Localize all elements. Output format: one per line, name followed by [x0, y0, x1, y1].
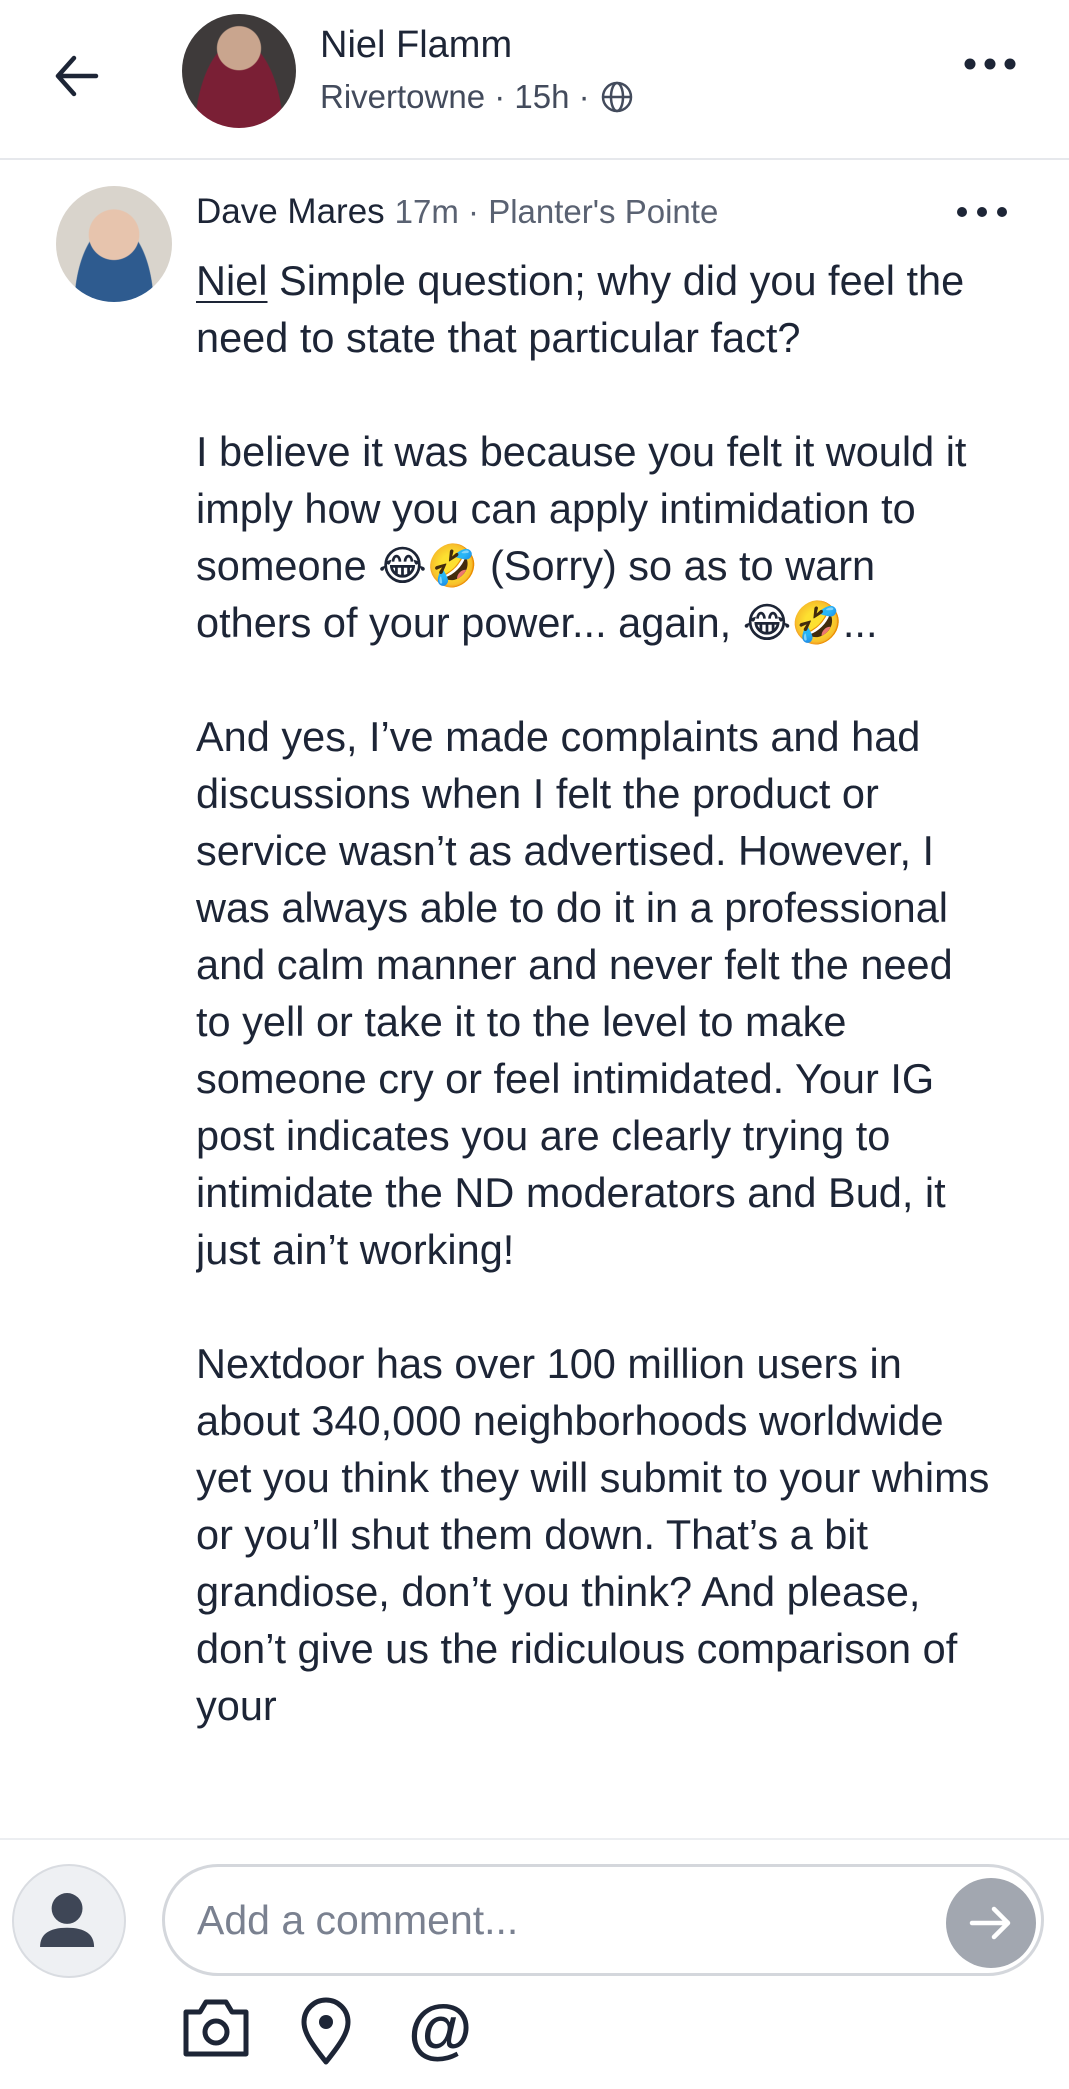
comment-paragraph-3: And yes, I’ve made complaints and had di…: [196, 713, 953, 1273]
back-arrow-icon[interactable]: [48, 44, 112, 108]
my-avatar[interactable]: [12, 1864, 126, 1978]
commenter-avatar[interactable]: [56, 186, 172, 302]
comment-input[interactable]: [162, 1864, 1044, 1976]
comment-paragraph-2: I believe it was because you felt it wou…: [196, 423, 996, 651]
location-pin-icon[interactable]: [296, 1996, 356, 2068]
camera-icon[interactable]: [180, 1996, 252, 2060]
comment-text: Simple question; why did you feel the ne…: [196, 257, 965, 361]
more-horizontal-icon[interactable]: [960, 52, 1020, 76]
send-button[interactable]: [946, 1878, 1036, 1968]
send-arrow-icon: [969, 1906, 1011, 1940]
comment-composer: [0, 1838, 1069, 2089]
comment-paragraph-1: Niel Simple question; why did you feel t…: [196, 252, 996, 366]
comment-more-icon[interactable]: [952, 202, 1012, 222]
emoji: 😂🤣: [742, 599, 843, 646]
author-name[interactable]: Niel Flamm: [320, 24, 512, 67]
comment-header: Dave Mares 17m · Planter's Pointe: [196, 192, 718, 232]
at-sign-icon[interactable]: @: [408, 1990, 472, 2066]
emoji: 😂🤣: [378, 542, 479, 589]
post-meta-text: Rivertowne · 15h ·: [320, 78, 590, 115]
comment-meta: 17m · Planter's Pointe: [394, 193, 719, 230]
comment-text: ...: [842, 599, 878, 646]
post-header: Niel Flamm Rivertowne · 15h ·: [0, 0, 1069, 160]
comment-paragraph-4: Nextdoor has over 100 million users in a…: [196, 1340, 990, 1729]
post-meta: Rivertowne · 15h ·: [320, 78, 634, 116]
comment-body: Niel Simple question; why did you feel t…: [196, 252, 996, 1837]
user-icon: [40, 1893, 95, 1948]
author-avatar[interactable]: [182, 14, 296, 128]
commenter-name[interactable]: Dave Mares: [196, 192, 385, 232]
mention-link[interactable]: Niel: [196, 257, 268, 304]
globe-icon: [601, 81, 632, 113]
